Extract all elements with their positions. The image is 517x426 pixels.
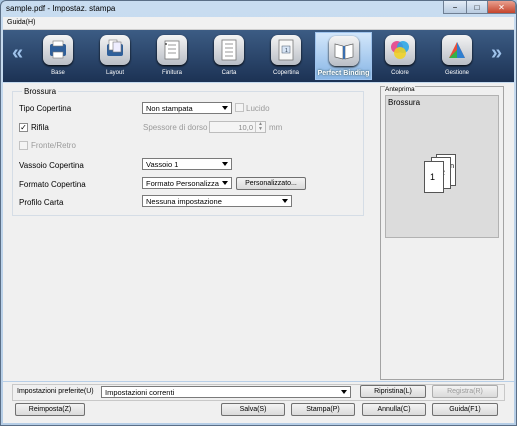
cover-type-value: Non stampata — [146, 104, 193, 113]
cover-size-value: Formato Personalizzato — [146, 179, 219, 188]
perfect-binding-icon — [329, 36, 359, 66]
preview-area: Brossura n 2 1 — [385, 95, 499, 238]
management-icon — [442, 35, 472, 65]
cover-tray-label: Vassoio Copertina — [19, 161, 84, 170]
scroll-right-arrow[interactable]: » — [491, 42, 502, 65]
preview-page-1: 1 — [424, 161, 444, 193]
tab-label: Finitura — [161, 70, 182, 76]
chevron-down-icon — [282, 199, 288, 203]
paper-profile-select[interactable]: Nessuna impostazione — [142, 195, 292, 207]
window-title: sample.pdf - Impostaz. stampa — [6, 4, 116, 13]
restore-button[interactable]: Ripristina(L) — [360, 385, 426, 398]
cover-size-label: Formato Copertina — [19, 180, 86, 189]
cancel-button[interactable]: Annulla(C) — [362, 403, 426, 416]
favorites-value: Impostazioni correnti — [105, 388, 175, 397]
cover-icon: 1 — [271, 35, 301, 65]
color-icon — [385, 35, 415, 65]
tab-base[interactable]: Base — [30, 32, 86, 80]
base-icon — [43, 35, 73, 65]
spine-thickness-value: 10,0 — [238, 123, 253, 132]
custom-size-button[interactable]: Personalizzato... — [236, 177, 306, 190]
chevron-down-icon — [222, 106, 228, 110]
tab-management[interactable]: Gestione — [429, 32, 485, 80]
favorites-label: Impostazioni preferite(U) — [17, 388, 94, 395]
settings-panel: Brossura Tipo Copertina Non stampata Luc… — [3, 83, 514, 381]
cover-type-label: Tipo Copertina — [19, 104, 72, 113]
favorites-select[interactable]: Impostazioni correnti — [101, 386, 351, 398]
finishing-icon — [157, 35, 187, 65]
tab-label: Layout — [105, 70, 124, 76]
chevron-down-icon — [222, 162, 228, 166]
paper-profile-value: Nessuna impostazione — [146, 197, 222, 206]
glossy-checkbox[interactable] — [235, 103, 244, 112]
spine-unit: mm — [269, 123, 283, 132]
print-settings-window: sample.pdf - Impostaz. stampa − □ ✕ Guid… — [0, 0, 517, 426]
svg-text:1: 1 — [285, 48, 288, 54]
save-button[interactable]: Salva(S) — [221, 403, 285, 416]
maximize-button[interactable]: □ — [466, 1, 488, 14]
help-button[interactable]: Guida(F1) — [432, 403, 498, 416]
trim-label: Rifila — [31, 123, 49, 132]
menu-bar: Guida(H) — [3, 17, 514, 30]
cover-type-select[interactable]: Non stampata — [142, 102, 232, 114]
print-button[interactable]: Stampa(P) — [291, 403, 355, 416]
reset-button[interactable]: Reimposta(Z) — [15, 403, 85, 416]
chevron-down-icon — [222, 181, 228, 185]
duplex-checkbox[interactable] — [19, 141, 28, 150]
preview-title: Anteprima — [385, 86, 415, 93]
layout-icon — [100, 35, 130, 65]
tab-label: Colore — [391, 70, 409, 76]
title-bar: sample.pdf - Impostaz. stampa − □ ✕ — [1, 1, 516, 17]
tab-color[interactable]: Colore — [372, 32, 428, 80]
tab-label: Copertina — [272, 70, 299, 76]
scroll-left-arrow[interactable]: « — [12, 42, 23, 65]
tab-label: Base — [51, 70, 65, 76]
tab-finishing[interactable]: Finitura — [144, 32, 200, 80]
cover-tray-value: Vassoio 1 — [146, 160, 179, 169]
group-title: Brossura — [22, 87, 59, 96]
cover-size-select[interactable]: Formato Personalizzato — [142, 177, 232, 189]
category-toolbar: « Base Layout Finitura Carta 1 Copertina… — [3, 30, 514, 82]
trim-checkbox[interactable]: ✓ — [19, 123, 28, 132]
duplex-label: Fronte/Retro — [31, 141, 76, 150]
paper-icon — [214, 35, 244, 65]
spinner-arrows-icon[interactable]: ▲ ▼ — [255, 122, 265, 132]
chevron-down-icon — [341, 390, 347, 394]
close-button[interactable]: ✕ — [487, 1, 516, 14]
cover-tray-select[interactable]: Vassoio 1 — [142, 158, 232, 170]
register-button[interactable]: Registra(R) — [432, 385, 498, 398]
glossy-label: Lucido — [246, 104, 270, 113]
menu-guide[interactable]: Guida(H) — [7, 19, 35, 26]
tab-label: Carta — [221, 70, 237, 76]
tab-paper[interactable]: Carta — [201, 32, 257, 80]
tab-layout[interactable]: Layout — [87, 32, 143, 80]
paper-profile-label: Profilo Carta — [19, 198, 64, 207]
tab-perfect-binding[interactable]: Perfect Binding — [315, 32, 372, 80]
bottom-bar: Impostazioni preferite(U) Impostazioni c… — [3, 382, 514, 423]
preview-caption: Brossura — [388, 98, 421, 107]
spine-thickness-field[interactable]: 10,0 ▲ ▼ — [209, 121, 266, 133]
minimize-button[interactable]: − — [443, 1, 467, 14]
tab-cover[interactable]: 1 Copertina — [258, 32, 314, 80]
tab-label: Perfect Binding — [317, 70, 370, 77]
tab-label: Gestione — [444, 70, 469, 76]
check-mark-icon: ✓ — [20, 123, 27, 132]
spine-thickness-label: Spessore di dorso — [143, 123, 208, 132]
preview-panel: Anteprima Brossura n 2 1 — [380, 86, 504, 380]
